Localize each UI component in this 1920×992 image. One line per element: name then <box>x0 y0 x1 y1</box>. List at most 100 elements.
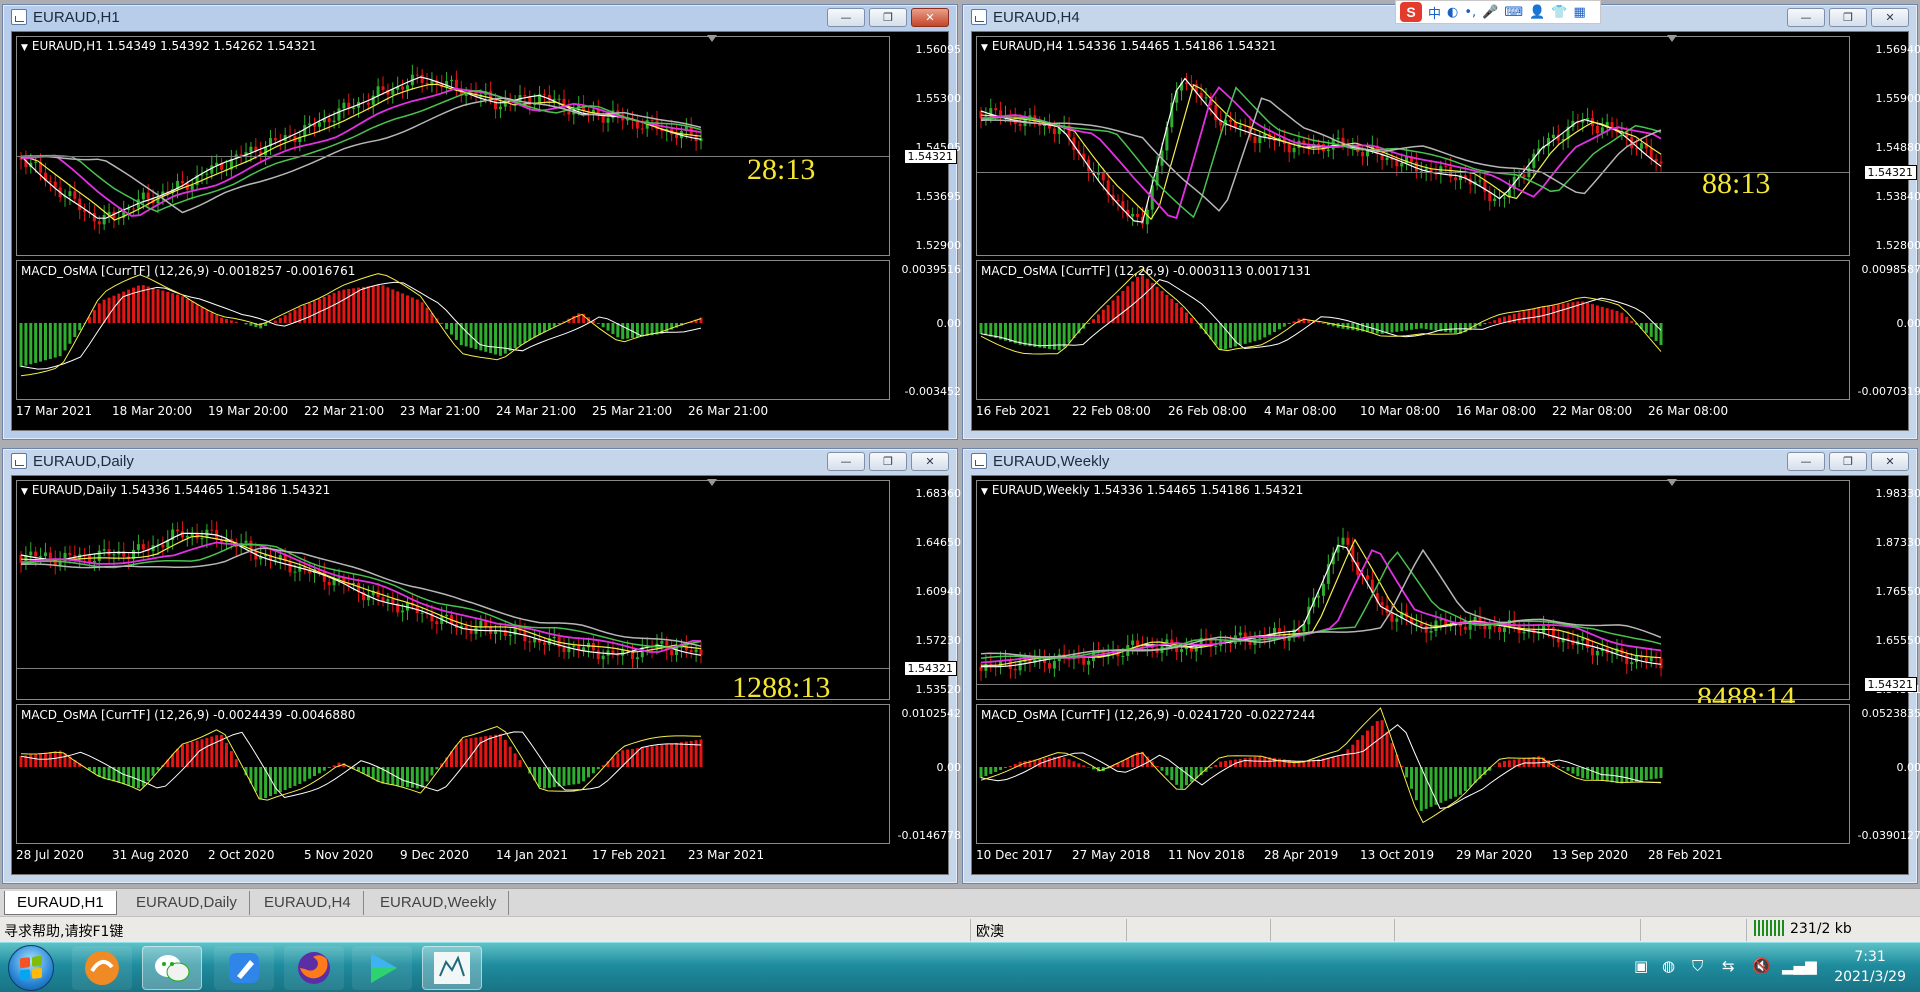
tray-network-icon[interactable]: ▂▄▆ <box>1782 957 1817 975</box>
price-plot[interactable] <box>17 481 889 699</box>
window-titlebar[interactable]: EURAUD,H1 — ❐ ✕ <box>3 5 957 29</box>
macd-histogram-bar <box>538 323 542 335</box>
macd-histogram-bar <box>660 744 664 767</box>
candle-body <box>1131 213 1135 217</box>
close-button[interactable]: ✕ <box>911 8 949 27</box>
candle-body <box>1321 583 1325 596</box>
tray-shield-icon[interactable]: ⛉ <box>1692 957 1703 975</box>
macd-histogram-bar <box>210 312 214 323</box>
macd-histogram-bar <box>283 315 287 323</box>
price-plot[interactable] <box>977 481 1849 699</box>
tab-euraud-daily[interactable]: EURAUD,Daily <box>124 891 250 915</box>
close-button[interactable]: ✕ <box>1871 8 1909 27</box>
status-profile[interactable]: 欧澳 <box>976 921 1004 941</box>
macd-histogram-bar <box>386 767 390 785</box>
collapse-triangle-icon[interactable]: ▼ <box>981 43 988 53</box>
macd-pane[interactable]: MACD_OsMA [CurrTF] (12,26,9) -0.0241720 … <box>976 704 1920 844</box>
price-pane[interactable]: ▼ EURAUD,H4 1.54336 1.54465 1.54186 1.543… <box>976 35 1920 256</box>
macd-plot[interactable] <box>977 705 1849 843</box>
tab-euraud-weekly[interactable]: EURAUD,Weekly <box>368 891 510 915</box>
macd-histogram-bar <box>1248 757 1252 767</box>
macd-histogram-bar <box>180 744 184 767</box>
taskbar-app-notes[interactable] <box>214 946 274 990</box>
shift-marker-icon[interactable] <box>1667 35 1677 42</box>
macd-histogram-bar <box>146 767 150 782</box>
tray-wechat-icon[interactable]: ◍ <box>1662 957 1675 975</box>
macd-pane[interactable]: MACD_OsMA [CurrTF] (12,26,9) -0.0018257 … <box>16 260 961 400</box>
maximize-button[interactable]: ❐ <box>1829 452 1867 471</box>
collapse-triangle-icon[interactable]: ▼ <box>981 487 988 497</box>
macd-histogram-bar <box>1620 312 1624 323</box>
macd-histogram-bar <box>577 313 581 323</box>
mdi-workspace: EURAUD,H1 — ❐ ✕ ▼ EURAUD,H1 1.54349 1.543… <box>0 0 1920 888</box>
chart-canvas[interactable]: ▼ EURAUD,Weekly 1.54336 1.54465 1.54186 1… <box>971 475 1920 875</box>
ime-voice-icon[interactable]: 🎤 <box>1482 5 1498 20</box>
ime-chinese-mode-icon[interactable]: 中 <box>1428 3 1441 22</box>
price-pane[interactable]: ▼ EURAUD,Weekly 1.54336 1.54465 1.54186 1… <box>976 479 1920 703</box>
shift-marker-icon[interactable] <box>707 479 717 486</box>
macd-histogram-bar <box>1444 767 1448 801</box>
macd-histogram-bar <box>1390 743 1394 767</box>
sogou-logo[interactable]: S <box>1400 2 1422 22</box>
macd-pane[interactable]: MACD_OsMA [CurrTF] (12,26,9) -0.0024439 … <box>16 704 961 844</box>
candle-body <box>1013 668 1017 671</box>
taskbar-app-wechat[interactable] <box>142 946 202 990</box>
price-plot[interactable] <box>17 37 889 255</box>
maximize-button[interactable]: ❐ <box>1829 8 1867 27</box>
price-plot[interactable] <box>977 37 1849 255</box>
minimize-button[interactable]: — <box>1787 8 1825 27</box>
maximize-button[interactable]: ❐ <box>869 452 907 471</box>
shift-marker-icon[interactable] <box>1667 479 1677 486</box>
macd-histogram-bar <box>1033 323 1037 347</box>
orange-swirl-icon <box>85 951 119 985</box>
collapse-triangle-icon[interactable]: ▼ <box>21 487 28 497</box>
shift-marker-icon[interactable] <box>707 35 717 42</box>
ime-halfwidth-icon[interactable]: ◐ <box>1447 5 1458 20</box>
tray-volume-muted-icon[interactable]: 🔇 <box>1752 957 1771 975</box>
ime-user-icon[interactable]: 👤 <box>1529 5 1545 20</box>
macd-histogram-bar <box>552 323 556 327</box>
ime-toolbox-icon[interactable]: ▦ <box>1574 5 1586 20</box>
ime-toolbar[interactable]: S 中 ◐ •, 🎤 ⌨ 👤 👕 ▦ <box>1395 0 1601 24</box>
ime-keyboard-icon[interactable]: ⌨ <box>1504 5 1523 20</box>
taskbar-clock[interactable]: 7:31 2021/3/29 <box>1834 947 1906 987</box>
macd-histogram-bar <box>1454 323 1458 334</box>
chart-canvas[interactable]: ▼ EURAUD,H4 1.54336 1.54465 1.54186 1.543… <box>971 31 1920 431</box>
tab-euraud-h1[interactable]: EURAUD,H1 <box>4 891 117 915</box>
macd-plot[interactable] <box>17 705 889 843</box>
chart-window-d1[interactable]: EURAUD,Daily — ❐ ✕ ▼ EURAUD,Daily 1.54336… <box>2 448 961 884</box>
collapse-triangle-icon[interactable]: ▼ <box>21 43 28 53</box>
chart-canvas[interactable]: ▼ EURAUD,Daily 1.54336 1.54465 1.54186 1.… <box>11 475 961 875</box>
minimize-button[interactable]: — <box>827 452 865 471</box>
macd-plot[interactable] <box>977 261 1849 399</box>
window-titlebar[interactable]: EURAUD,Daily — ❐ ✕ <box>3 449 957 473</box>
maximize-button[interactable]: ❐ <box>869 8 907 27</box>
macd-plot[interactable] <box>17 261 889 399</box>
close-button[interactable]: ✕ <box>911 452 949 471</box>
minimize-button[interactable]: — <box>1787 452 1825 471</box>
price-pane[interactable]: ▼ EURAUD,Daily 1.54336 1.54465 1.54186 1.… <box>16 479 961 704</box>
candle-body <box>48 552 52 559</box>
taskbar-app-orange[interactable] <box>72 946 132 990</box>
tab-euraud-h4[interactable]: EURAUD,H4 <box>252 891 364 915</box>
price-axis-label: 1.55900 <box>1875 92 1920 105</box>
minimize-button[interactable]: — <box>827 8 865 27</box>
chart-window-h1[interactable]: EURAUD,H1 — ❐ ✕ ▼ EURAUD,H1 1.54349 1.543… <box>2 4 961 440</box>
chart-canvas[interactable]: ▼ EURAUD,H1 1.54349 1.54392 1.54262 1.543… <box>11 31 961 431</box>
ime-skin-icon[interactable]: 👕 <box>1551 5 1567 20</box>
ime-punctuation-icon[interactable]: •, <box>1464 5 1476 20</box>
window-titlebar[interactable]: EURAUD,Weekly — ❐ ✕ <box>963 449 1917 473</box>
tray-network-app-icon[interactable]: ⇆ <box>1722 957 1735 975</box>
price-pane[interactable]: ▼ EURAUD,H1 1.54349 1.54392 1.54262 1.543… <box>16 35 961 256</box>
macd-histogram-bar <box>1008 323 1012 343</box>
close-button[interactable]: ✕ <box>1871 452 1909 471</box>
tray-usb-icon[interactable]: ▣ <box>1634 957 1648 975</box>
macd-histogram-bar <box>136 767 140 789</box>
chart-window-w1[interactable]: EURAUD,Weekly — ❐ ✕ ▼ EURAUD,Weekly 1.543… <box>962 448 1920 884</box>
chart-window-h4[interactable]: EURAUD,H4 — ❐ ✕ ▼ EURAUD,H4 1.54336 1.544… <box>962 4 1920 440</box>
taskbar-app-firefox[interactable] <box>284 946 344 990</box>
start-button[interactable] <box>8 945 54 991</box>
macd-pane[interactable]: MACD_OsMA [CurrTF] (12,26,9) -0.0003113 … <box>976 260 1920 400</box>
taskbar-app-metatrader[interactable] <box>422 946 482 990</box>
taskbar-app-player[interactable] <box>352 946 412 990</box>
